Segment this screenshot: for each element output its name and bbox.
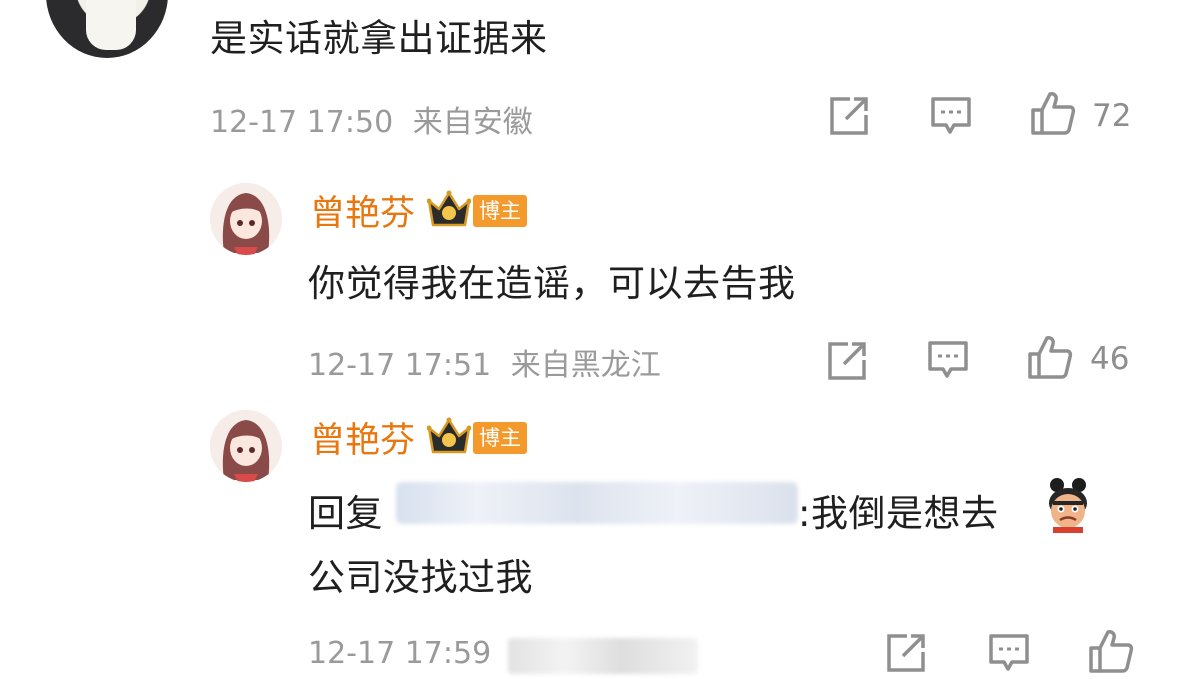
comment-icon[interactable] (988, 633, 1030, 673)
comment-icon[interactable] (927, 340, 969, 380)
top-comment-avatar[interactable] (46, 0, 168, 58)
reply-text-line2: 公司没找过我 (308, 556, 533, 599)
like-icon[interactable] (1088, 628, 1134, 674)
reply-text: :我倒是想去 (798, 492, 999, 535)
like-count: 46 (1090, 341, 1130, 377)
blurred-username (396, 482, 798, 524)
like-count: 72 (1092, 98, 1132, 134)
blurred-location (508, 638, 698, 674)
reply-header: 曾艳芬 博主 (310, 412, 528, 463)
crown-icon (426, 416, 472, 460)
like-icon[interactable] (1030, 90, 1076, 136)
reply-location: 来自黑龙江 (510, 348, 661, 383)
share-icon[interactable] (885, 632, 927, 674)
avatar[interactable] (210, 183, 282, 255)
author-name[interactable]: 曾艳芬 (310, 185, 415, 236)
reply-meta: 12-17 17:51 来自黑龙江 (308, 340, 661, 384)
share-icon[interactable] (828, 95, 870, 137)
reply-text: 你觉得我在造谣，可以去告我 (308, 262, 796, 305)
comment-icon[interactable] (930, 96, 972, 136)
author-name[interactable]: 曾艳芬 (310, 412, 415, 463)
reply-header: 曾艳芬 博主 (310, 185, 528, 236)
top-comment-text: 是实话就拿出证据来 (210, 17, 548, 60)
reply-time: 12-17 17:59 (308, 636, 492, 671)
like-icon[interactable] (1027, 334, 1073, 380)
emoji-sticker-icon (1043, 477, 1093, 537)
reply-meta: 12-17 17:59 (308, 636, 491, 671)
crown-icon (426, 189, 472, 233)
top-comment-location: 来自安徽 (412, 105, 533, 140)
reply-time: 12-17 17:51 (308, 348, 492, 383)
blogger-badge: 博主 (473, 194, 528, 227)
top-comment-time: 12-17 17:50 (210, 105, 394, 140)
top-comment-meta: 12-17 17:50 来自安徽 (210, 97, 533, 141)
share-icon[interactable] (826, 340, 868, 382)
blogger-badge: 博主 (473, 421, 528, 454)
reply-prefix: 回复 (308, 492, 383, 535)
avatar[interactable] (210, 410, 282, 482)
